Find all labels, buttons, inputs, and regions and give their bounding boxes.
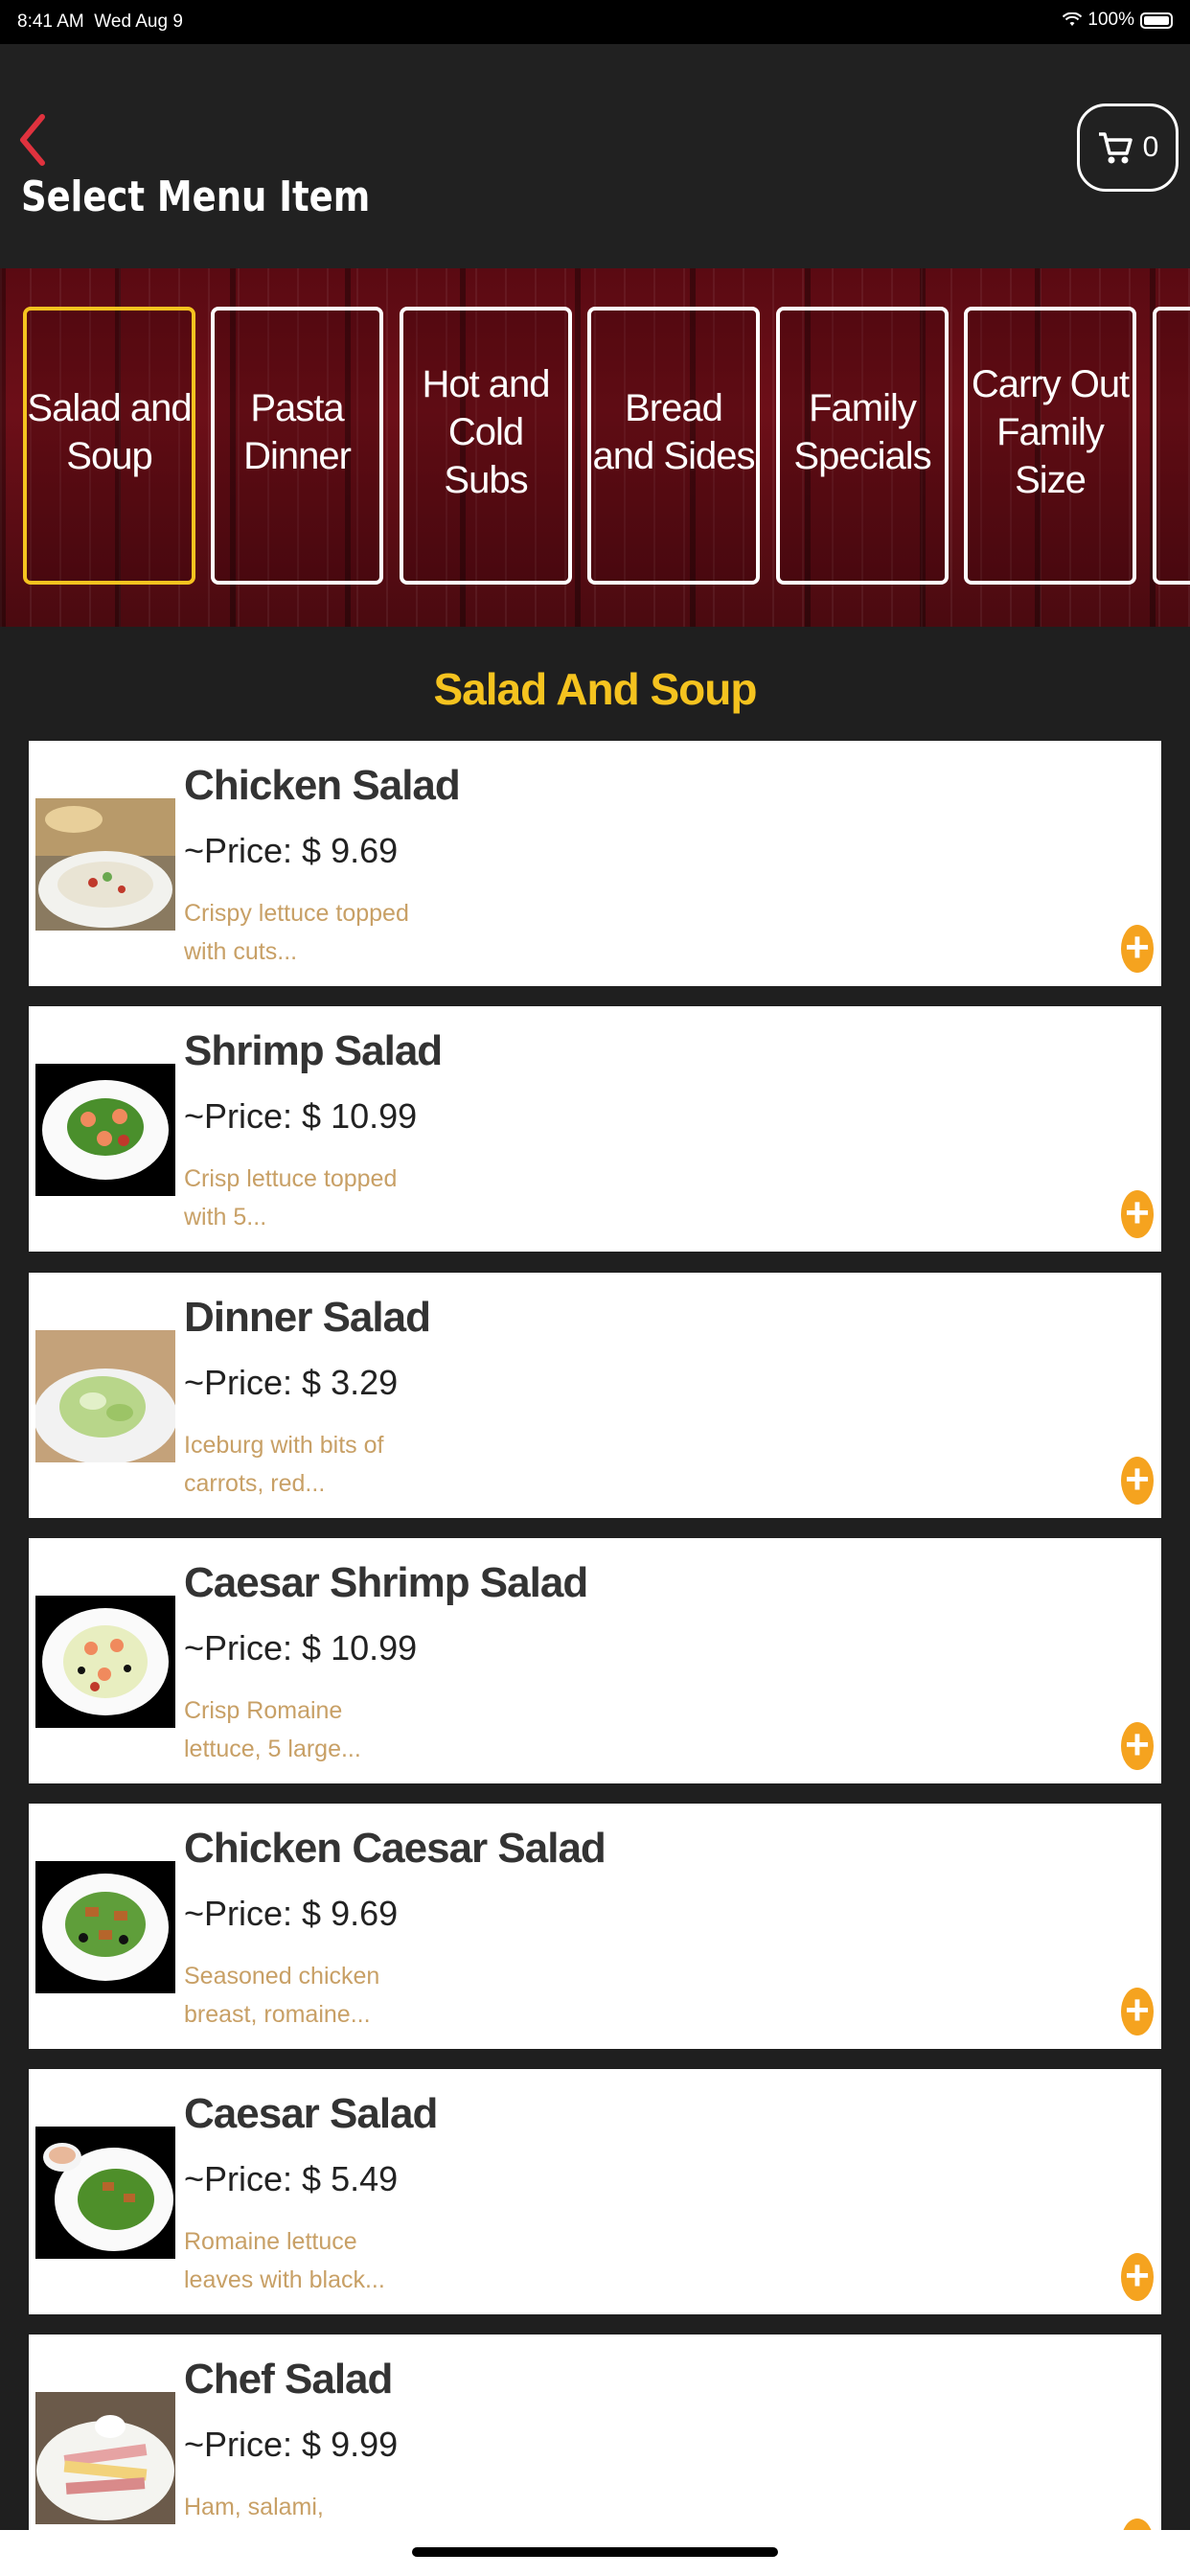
menu-item-card[interactable]: Chicken Caesar Salad ~Price: $ 9.69 Seas… (29, 1804, 1161, 2049)
item-description: Iceburg with bits of carrots, red... (184, 1432, 384, 1497)
item-price: ~Price: $ 3.29 (184, 1363, 399, 1402)
item-price: ~Price: $ 10.99 (184, 1628, 418, 1668)
battery-percent: 100% (1087, 10, 1134, 30)
item-description: Romaine lettuce leaves with black... (184, 2228, 385, 2293)
battery-icon (1140, 12, 1173, 29)
menu-item-card[interactable]: Caesar Shrimp Salad ~Price: $ 10.99 Cris… (29, 1538, 1161, 1783)
add-item-button[interactable]: + (1121, 1457, 1154, 1505)
status-bar: 8:41 AM Wed Aug 9 100% (0, 0, 1190, 44)
add-item-button[interactable]: + (1121, 1988, 1154, 2036)
item-price: ~Price: $ 9.99 (184, 2425, 399, 2464)
cart-button[interactable]: 0 (1077, 104, 1179, 192)
category-tab-salad-and-soup[interactable]: Salad and Soup (23, 307, 195, 585)
category-strip[interactable]: Salad and Soup Pasta Dinner Hot and Cold… (0, 268, 1190, 627)
section-title: Salad And Soup (433, 664, 758, 714)
wifi-icon (1063, 12, 1083, 26)
category-tab-bread-and-sides[interactable]: Bread and Sides (587, 307, 760, 585)
item-photo (35, 2392, 175, 2524)
item-photo (35, 1064, 175, 1196)
item-photo (35, 1330, 175, 1462)
category-tab-partial[interactable] (1153, 307, 1190, 585)
item-photo (35, 798, 175, 931)
item-photo (35, 2127, 175, 2259)
status-right: 100% (1063, 10, 1173, 31)
add-item-button[interactable]: + (1121, 2253, 1154, 2301)
menu-item-card[interactable]: Chicken Salad ~Price: $ 9.69 Crispy lett… (29, 741, 1161, 986)
item-description: Crispy lettuce topped with cuts... (184, 900, 409, 965)
item-description: Crisp lettuce topped with 5... (184, 1165, 398, 1230)
item-price: ~Price: $ 9.69 (184, 831, 399, 870)
item-name: Caesar Salad (184, 2090, 438, 2137)
menu-item-card[interactable]: Shrimp Salad ~Price: $ 10.99 Crisp lettu… (29, 1006, 1161, 1252)
category-tab-pasta-dinner[interactable]: Pasta Dinner (211, 307, 383, 585)
add-item-button[interactable]: + (1121, 1190, 1154, 1238)
back-button[interactable] (13, 111, 52, 169)
category-tab-family-specials[interactable]: Family Specials (776, 307, 949, 585)
cart-count: 0 (1142, 131, 1159, 163)
item-name: Chicken Salad (184, 762, 461, 809)
status-time: 8:41 AM Wed Aug 9 (17, 12, 183, 32)
item-name: Shrimp Salad (184, 1027, 443, 1074)
page-title: Select Menu Item (21, 172, 371, 221)
item-name: Caesar Shrimp Salad (184, 1559, 588, 1606)
nav-bar: 0 Select Menu Item (0, 44, 1190, 268)
item-description: Seasoned chicken breast, romaine... (184, 1963, 380, 2028)
menu-item-card[interactable]: Dinner Salad ~Price: $ 3.29 Iceburg with… (29, 1273, 1161, 1518)
item-name: Dinner Salad (184, 1294, 431, 1341)
item-price: ~Price: $ 10.99 (184, 1096, 418, 1136)
item-price: ~Price: $ 9.69 (184, 1894, 399, 1933)
item-price: ~Price: $ 5.49 (184, 2159, 399, 2198)
item-name: Chef Salad (184, 2356, 393, 2403)
item-photo (35, 1596, 175, 1728)
cart-icon (1098, 132, 1133, 164)
item-name: Chicken Caesar Salad (184, 1825, 606, 1872)
item-photo (35, 1861, 175, 1993)
add-item-button[interactable]: + (1121, 925, 1154, 973)
home-indicator[interactable] (412, 2547, 778, 2557)
add-item-button[interactable]: + (1121, 1722, 1154, 1770)
category-tab-hot-and-cold-subs[interactable]: Hot and Cold Subs (400, 307, 572, 585)
category-tab-carry-out-family-size[interactable]: Carry Out Family Size (964, 307, 1136, 585)
menu-item-card[interactable]: Caesar Salad ~Price: $ 5.49 Romaine lett… (29, 2069, 1161, 2314)
item-description: Crisp Romaine lettuce, 5 large... (184, 1697, 361, 1762)
